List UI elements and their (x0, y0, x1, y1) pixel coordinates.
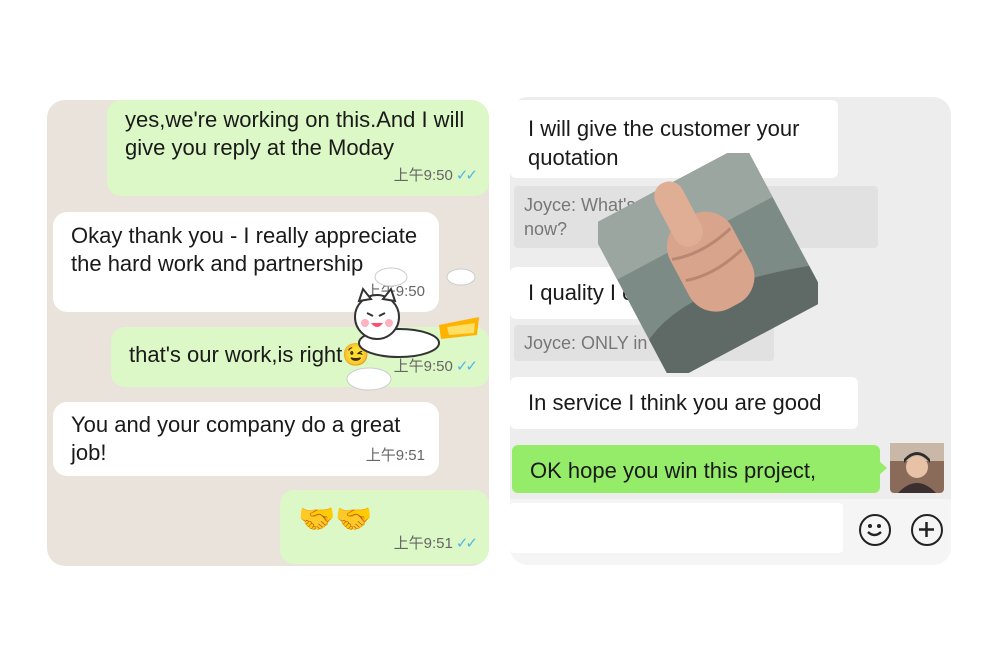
message-time: 上午9:51 (365, 447, 425, 464)
bubble-tail (879, 461, 887, 475)
message-bubble-outgoing[interactable]: OK hope you win this project, (512, 445, 880, 493)
wechat-chat-panel: I will give the customer your quotation … (510, 97, 951, 565)
user-avatar-photo[interactable] (890, 443, 944, 493)
whatsapp-chat-panel: yes,we're working on this.And I will giv… (47, 100, 489, 566)
message-composer (510, 499, 951, 565)
message-bubble-outgoing[interactable]: 🤝🤝 上午9:51 ✓✓ (280, 490, 489, 564)
emoji-icon[interactable] (859, 514, 891, 546)
thumbs-up-photo (598, 153, 818, 373)
double-check-icon: ✓✓ (455, 167, 478, 184)
message-bubble-incoming[interactable]: You and your company do a great job! 上午9… (53, 402, 439, 476)
message-bubble-incoming[interactable]: In service I think you are good (510, 377, 858, 429)
message-time: 上午9:50 ✓✓ (393, 167, 478, 184)
cat-rocket-sticker-icon (346, 267, 479, 391)
plus-icon[interactable] (911, 514, 943, 546)
message-time: 上午9:51 ✓✓ (393, 535, 478, 552)
message-input[interactable] (510, 503, 843, 553)
double-check-icon: ✓✓ (455, 535, 478, 552)
message-text: yes,we're working on this.And I will giv… (125, 107, 465, 160)
message-bubble-outgoing[interactable]: yes,we're working on this.And I will giv… (107, 100, 489, 196)
